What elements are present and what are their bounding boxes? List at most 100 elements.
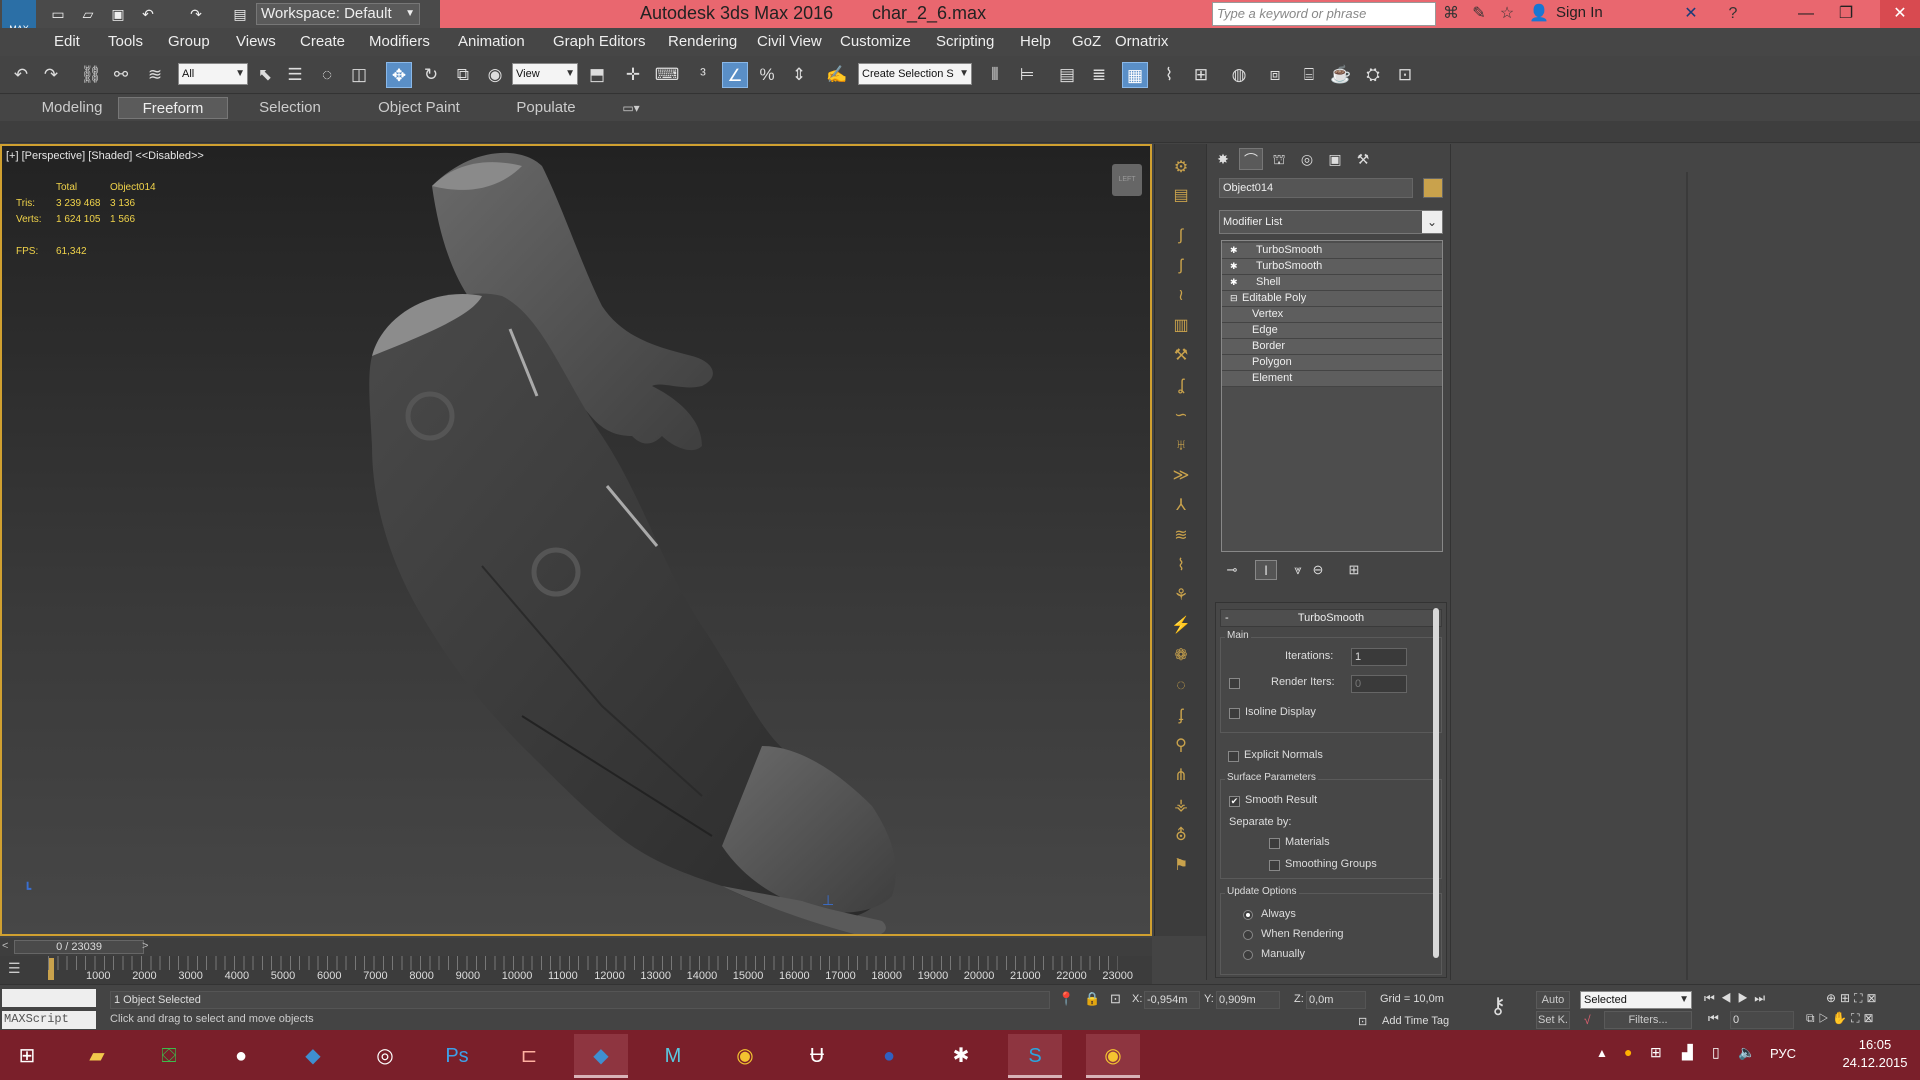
ornatrix-detail-icon[interactable]: ⛢ xyxy=(1169,824,1193,848)
time-slider[interactable]: < 0 / 23039 > xyxy=(0,938,1152,956)
viewport-nav-controls-2[interactable]: ⧉▷✋⛶⊠ xyxy=(1806,1011,1878,1026)
curve-editor-icon[interactable]: ⌇ xyxy=(1156,62,1182,88)
redo-icon[interactable]: ↷ xyxy=(186,4,206,24)
menu-edit[interactable]: Edit xyxy=(54,33,80,50)
stack-subitem-element[interactable]: Element xyxy=(1222,371,1442,387)
menu-views[interactable]: Views xyxy=(236,33,276,50)
ornatrix-length-icon[interactable]: ⅄ xyxy=(1169,494,1193,518)
user-icon[interactable]: 👤 xyxy=(1528,4,1550,24)
select-and-place-icon[interactable]: ◉ xyxy=(482,62,508,88)
tab-modeling[interactable]: Modeling xyxy=(20,97,124,119)
explicit-normals-checkbox[interactable] xyxy=(1228,751,1239,762)
render-production-icon[interactable]: ☕ xyxy=(1328,62,1354,88)
mirror-icon[interactable]: ⫴ xyxy=(982,62,1008,88)
x-coord-field[interactable]: -0,954m xyxy=(1144,991,1200,1009)
action-center-icon[interactable]: ⊞ xyxy=(1650,1044,1662,1061)
ornatrix-comb-icon[interactable]: ▥ xyxy=(1169,314,1193,338)
ornatrix-guides-icon[interactable]: ʃ xyxy=(1169,254,1193,278)
menu-help[interactable]: Help xyxy=(1020,33,1051,50)
ornatrix-rotate-icon[interactable]: ⚘ xyxy=(1169,584,1193,608)
z-coord-field[interactable]: 0,0m xyxy=(1306,991,1366,1009)
smooth-result-checkbox[interactable]: ✔ xyxy=(1229,796,1240,807)
new-file-icon[interactable]: ▭ xyxy=(48,4,68,24)
zbrush-icon[interactable]: ✱ xyxy=(934,1034,988,1078)
volume-icon[interactable]: 🔈 xyxy=(1738,1044,1755,1061)
select-and-scale-icon[interactable]: ⧉ xyxy=(450,62,476,88)
collapse-toggle-icon[interactable]: ⊟ xyxy=(1230,291,1238,306)
iterations-spinner[interactable]: 1 xyxy=(1351,648,1407,666)
display-tab-icon[interactable]: ▣ xyxy=(1323,148,1347,170)
command-panel-scrollbar[interactable] xyxy=(1433,608,1439,958)
render-iters-spinner[interactable]: 0 xyxy=(1351,675,1407,693)
open-file-icon[interactable]: ▱ xyxy=(78,4,98,24)
reference-coordinate-dropdown[interactable]: View ▼ xyxy=(512,63,578,85)
unlink-icon[interactable]: ⚯ xyxy=(108,62,134,88)
snaps-toggle-icon[interactable]: ³ xyxy=(690,62,716,88)
system-clock[interactable]: 16:05 24.12.2015 xyxy=(1840,1036,1910,1072)
percent-snap-icon[interactable]: % xyxy=(754,62,780,88)
ornatrix-gravity-icon[interactable]: ≋ xyxy=(1169,524,1193,548)
menu-create[interactable]: Create xyxy=(300,33,345,50)
unreal-engine-icon[interactable]: Ʉ xyxy=(790,1034,844,1078)
maxscript-listener-top[interactable] xyxy=(2,989,96,1007)
ornatrix-cache-icon[interactable]: ⚑ xyxy=(1169,854,1193,878)
ornatrix-scatter-icon[interactable]: ⚡ xyxy=(1169,614,1193,638)
pin-stack-icon[interactable]: ⊸ xyxy=(1221,560,1243,580)
chrome-app-icon[interactable]: ◉ xyxy=(718,1034,772,1078)
playback-controls[interactable]: ⏮◀▶⏭ xyxy=(1704,991,1771,1006)
object-gizmo-icon[interactable]: ⊥ xyxy=(822,892,834,909)
window-crossing-icon[interactable]: ◫ xyxy=(346,62,372,88)
ribbon-toggle-icon[interactable]: ▦ xyxy=(1122,62,1148,88)
sign-in-button[interactable]: Sign In xyxy=(1556,4,1603,21)
key-mode-toggle-icon[interactable]: ⏮ xyxy=(1708,1011,1719,1026)
tab-populate[interactable]: Populate xyxy=(496,97,596,119)
angle-snap-icon[interactable]: ∠ xyxy=(722,62,748,88)
menu-group[interactable]: Group xyxy=(168,33,210,50)
stack-subitem-border[interactable]: Border xyxy=(1222,339,1442,355)
ornatrix-wave-icon[interactable]: ʄ xyxy=(1169,704,1193,728)
ornatrix-hair-icon[interactable]: ≀ xyxy=(1169,284,1193,308)
favorites-star-icon[interactable]: ☆ xyxy=(1496,4,1518,24)
materials-checkbox[interactable] xyxy=(1269,838,1280,849)
ornatrix-surface-icon[interactable]: ⌇ xyxy=(1169,554,1193,578)
menu-ornatrix[interactable]: Ornatrix xyxy=(1115,33,1168,50)
spinner-snap-icon[interactable]: ⇕ xyxy=(786,62,812,88)
always-radio[interactable] xyxy=(1243,910,1253,920)
stack-subitem-polygon[interactable]: Polygon xyxy=(1222,355,1442,371)
motion-tab-icon[interactable]: ◎ xyxy=(1295,148,1319,170)
y-coord-field[interactable]: 0,909m xyxy=(1216,991,1280,1009)
select-manipulate-icon[interactable]: ✛ xyxy=(620,62,646,88)
render-iterative-icon[interactable]: ⛭ xyxy=(1360,62,1386,88)
save-file-icon[interactable]: ▣ xyxy=(108,4,128,24)
scene-arm-models[interactable] xyxy=(2,146,1150,934)
close-window-icon[interactable]: ✕ xyxy=(1880,0,1920,28)
set-key-button[interactable]: Set K. xyxy=(1536,1011,1570,1029)
show-end-result-icon[interactable]: Ⅰ xyxy=(1255,560,1277,580)
ornatrix-filter-icon[interactable]: ⚶ xyxy=(1169,794,1193,818)
restore-window-icon[interactable]: ❐ xyxy=(1826,0,1866,28)
binoculars-icon[interactable]: ⌘ xyxy=(1440,4,1462,24)
hierarchy-tab-icon[interactable]: ⛫ xyxy=(1267,148,1291,170)
minimize-window-icon[interactable]: — xyxy=(1786,0,1826,28)
object-name-field[interactable]: Object014 xyxy=(1219,178,1413,198)
tray-overflow-icon[interactable]: ▲ xyxy=(1596,1046,1608,1060)
search-input[interactable]: Type a keyword or phrase xyxy=(1212,2,1436,26)
blender-icon[interactable]: ● xyxy=(862,1034,916,1078)
ribbon-options-icon[interactable]: ▭▾ xyxy=(612,97,650,119)
configure-modifier-sets-icon[interactable]: ⊞ xyxy=(1343,560,1365,580)
lightbulb-icon[interactable]: ✱ xyxy=(1230,243,1238,258)
previous-frame-icon[interactable]: < xyxy=(2,940,8,952)
undo-icon[interactable]: ↶ xyxy=(8,62,34,88)
ornatrix-strand-icon[interactable]: ∫ xyxy=(1169,224,1193,248)
network-signal-icon[interactable]: ▟ xyxy=(1682,1044,1693,1061)
create-tab-icon[interactable]: ✸ xyxy=(1211,148,1235,170)
edit-named-selection-icon[interactable]: ✍ xyxy=(824,62,850,88)
stack-subitem-edge[interactable]: Edge xyxy=(1222,323,1442,339)
isoline-display-checkbox[interactable] xyxy=(1229,708,1240,719)
link-icon[interactable]: ⛓ xyxy=(78,62,104,88)
auto-key-button[interactable]: Auto xyxy=(1536,991,1570,1009)
current-frame-field[interactable]: 0 xyxy=(1730,1011,1794,1029)
rollout-header[interactable]: - TurboSmooth xyxy=(1220,609,1442,627)
add-time-tag-button[interactable]: Add Time Tag xyxy=(1382,1015,1449,1027)
ornatrix-generator-icon[interactable]: ❁ xyxy=(1169,644,1193,668)
